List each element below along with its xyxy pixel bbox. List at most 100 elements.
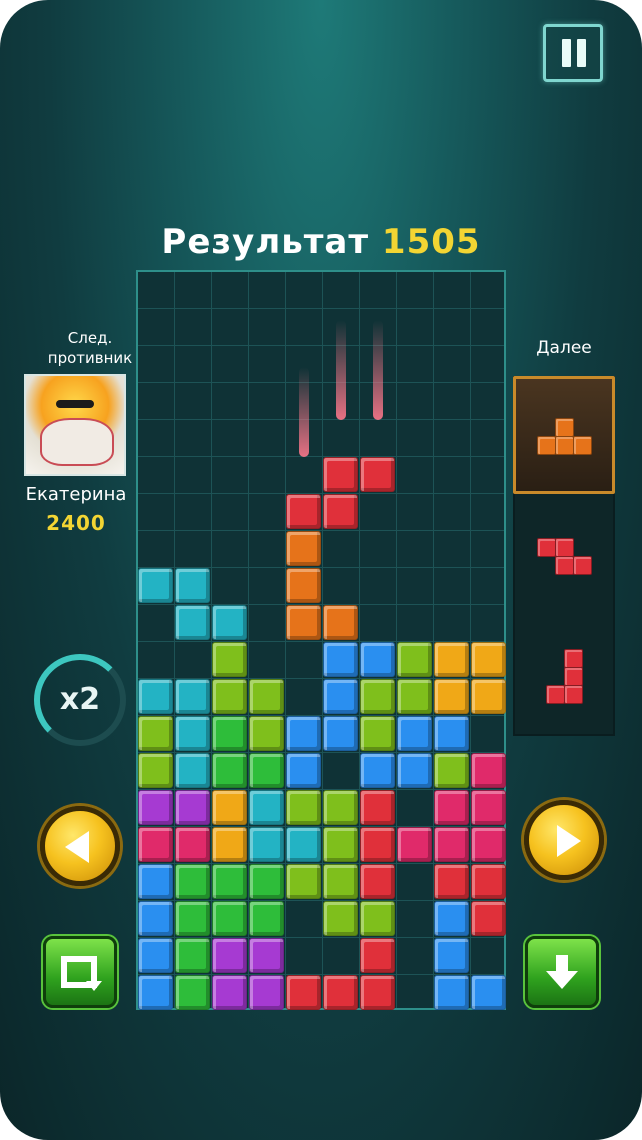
drop-button[interactable]	[525, 936, 599, 1008]
board-block	[249, 753, 284, 788]
multiplier-text: x2	[59, 682, 101, 717]
board-block	[175, 568, 210, 603]
board-block	[360, 642, 395, 677]
board-block	[175, 753, 210, 788]
board-block	[212, 642, 247, 677]
board-block	[138, 901, 173, 936]
board-block	[138, 716, 173, 751]
board-block	[471, 901, 506, 936]
opponent-score: 2400	[46, 511, 106, 535]
board-block	[360, 864, 395, 899]
board-block	[249, 901, 284, 936]
pause-button[interactable]	[543, 24, 603, 82]
next-piece-block	[555, 418, 574, 437]
board-block	[397, 827, 432, 862]
board-block	[286, 568, 321, 603]
board-block	[397, 642, 432, 677]
board-block	[212, 605, 247, 640]
board-block	[138, 568, 173, 603]
board-block	[175, 827, 210, 862]
board-block	[249, 790, 284, 825]
board-block	[138, 753, 173, 788]
next-piece-block	[555, 556, 574, 575]
board-block	[434, 790, 469, 825]
board-block	[175, 864, 210, 899]
board-block	[212, 790, 247, 825]
board-block	[360, 938, 395, 973]
board-block	[212, 901, 247, 936]
board-block	[360, 827, 395, 862]
score-label: Результат	[161, 222, 370, 262]
board-block	[323, 901, 358, 936]
board-block	[323, 494, 358, 529]
board-block	[434, 827, 469, 862]
board-block	[360, 716, 395, 751]
board-block	[471, 975, 506, 1010]
rotate-icon	[61, 956, 102, 991]
board-block	[212, 975, 247, 1010]
board-block	[286, 975, 321, 1010]
next-piece-block	[546, 685, 565, 704]
arrow-down-icon	[546, 955, 578, 989]
game-board[interactable]	[136, 270, 506, 1010]
board-block	[138, 975, 173, 1010]
board-block	[249, 975, 284, 1010]
board-block	[471, 790, 506, 825]
board-block	[212, 679, 247, 714]
board-block	[323, 679, 358, 714]
board-block	[323, 716, 358, 751]
board-block	[249, 827, 284, 862]
board-block	[212, 864, 247, 899]
opponent-avatar	[24, 374, 126, 476]
board-block	[138, 938, 173, 973]
board-block	[360, 753, 395, 788]
next-piece-block	[555, 436, 574, 455]
board-block	[138, 864, 173, 899]
board-block	[434, 679, 469, 714]
pause-icon	[562, 39, 571, 67]
next-piece-block	[564, 667, 583, 686]
next-piece-label: Далее	[536, 338, 592, 358]
avatar-cake	[40, 418, 114, 466]
board-block	[360, 679, 395, 714]
game-screen: Результат 1505 След. противник Екатерина…	[0, 0, 642, 1140]
board-block	[434, 975, 469, 1010]
board-block	[286, 790, 321, 825]
next-piece-block	[564, 649, 583, 668]
board-block	[175, 975, 210, 1010]
board-block	[360, 975, 395, 1010]
board-block	[397, 753, 432, 788]
next-piece-block	[573, 436, 592, 455]
score-multiplier: x2	[34, 654, 126, 746]
board-block	[434, 864, 469, 899]
board-block	[175, 938, 210, 973]
board-block	[323, 457, 358, 492]
board-block	[323, 827, 358, 862]
board-block	[138, 679, 173, 714]
rotate-button[interactable]	[43, 936, 117, 1008]
board-block	[138, 827, 173, 862]
board-block	[397, 679, 432, 714]
next-piece-block	[564, 685, 583, 704]
next-piece-block	[537, 538, 556, 557]
board-block	[175, 605, 210, 640]
pause-icon-bar	[577, 39, 586, 67]
board-block	[471, 679, 506, 714]
next-piece-block	[555, 538, 574, 557]
board-block	[286, 605, 321, 640]
board-block	[286, 531, 321, 566]
board-block	[397, 716, 432, 751]
arrow-left-icon	[65, 831, 89, 863]
next-piece-block	[537, 436, 556, 455]
board-block	[212, 827, 247, 862]
board-block	[249, 938, 284, 973]
sparkle-effect	[373, 320, 383, 420]
board-block	[286, 494, 321, 529]
board-block	[434, 642, 469, 677]
next-piece-block	[573, 556, 592, 575]
move-left-button[interactable]	[40, 806, 120, 886]
avatar-glasses	[56, 400, 94, 408]
sparkle-effect	[336, 320, 346, 420]
board-block	[175, 716, 210, 751]
move-right-button[interactable]	[524, 800, 604, 880]
